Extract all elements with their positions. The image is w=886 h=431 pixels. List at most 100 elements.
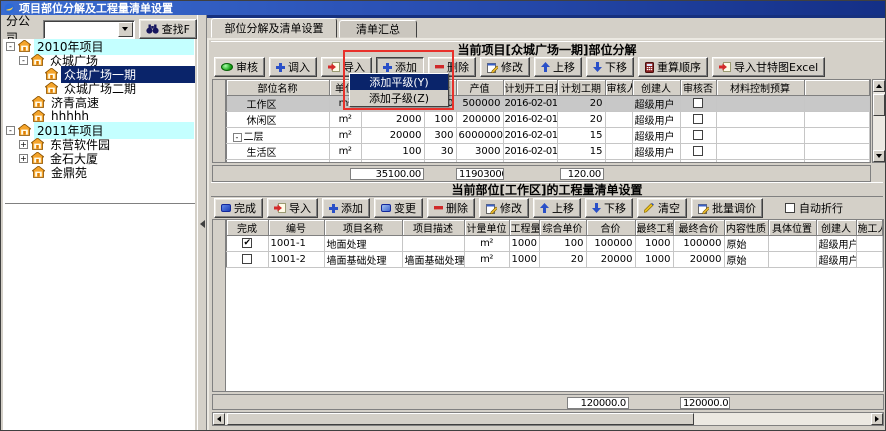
main-panel: 部位分解及清单设置 清单汇总 当前项目[众城广场一期]部位分解 审核 调入 导入… [207,15,886,431]
title-bar: 项目部位分解及工程量清单设置 [1,1,886,15]
audited-checkbox[interactable] [693,146,703,156]
scroll-right-button[interactable] [871,413,883,425]
move-item-up-button[interactable]: 上移 [533,198,581,218]
company-combobox[interactable] [43,20,135,39]
col-final-total: 最终合价 [673,220,724,236]
menu-item-add-child[interactable]: 添加子级(Z) [350,90,448,106]
table-row[interactable]: 1001-1 地面处理 m² 1000 100 100000 1000 1000… [213,236,883,252]
plus-icon [383,63,392,72]
tree-collapse-icon[interactable]: - [233,133,242,142]
tree-collapse-icon[interactable]: - [6,126,15,135]
scrollbar-thumb[interactable] [227,413,694,425]
tab-list-summary[interactable]: 清单汇总 [339,20,417,38]
arrow-up-icon [540,203,549,213]
col-output: 产值 [456,80,503,96]
col-audited: 审核否 [680,80,716,96]
notepad-icon [487,62,498,73]
table-row[interactable]: 1001-2 墙面基础处理 墙面基础处理 m² 1000 20 20000 10… [213,252,883,268]
table-row[interactable]: 休闲区 m² 2000 100 200000 2016-02-01 20 超级用… [213,112,870,128]
tree-expand-icon[interactable]: + [19,154,28,163]
audit-button[interactable]: 审核 [214,57,265,77]
call-in-button[interactable]: 调入 [269,57,317,77]
import-gantt-excel-button[interactable]: 导入甘特图Excel [712,57,825,77]
import-icon [719,62,731,73]
parts-grid-vscrollbar[interactable] [872,79,886,163]
col-part-name: 部位名称 [226,80,329,96]
autowrap-option[interactable]: 自动折行 [785,200,843,216]
tree-expand-icon[interactable]: + [19,140,28,149]
tree-item-jinding-garden[interactable]: 金鼎苑 [3,165,195,179]
minus-icon [435,65,444,69]
recalc-order-button[interactable]: 重算顺序 [638,57,708,77]
col-done: 完成 [226,220,268,236]
splitter-collapse-icon[interactable] [200,220,205,228]
parts-grid: 部位名称 单位 产量 单价 产值 计划开工日期 计划工期 审核人 创建人 审核否… [212,79,871,163]
total-duration: 120.00 [560,168,604,180]
audited-checkbox[interactable] [693,130,703,140]
arrow-down-icon [592,203,601,213]
tab-page: 当前项目[众城广场一期]部位分解 审核 调入 导入 添加 删除 修改 上移 下移… [207,38,886,431]
autowrap-label: 自动折行 [799,200,843,216]
col-builder: 施工人 [856,220,883,236]
audited-checkbox[interactable] [693,162,703,163]
clear-button[interactable]: 清空 [637,198,687,218]
project-sidebar: 分公司 查找F - 2010年项目 - 众城广场 [1,15,197,431]
done-checkbox[interactable] [242,238,252,248]
table-row[interactable]: 生活区 m² 100 30 3000 2016-02-01 15 超级用户 [213,144,870,160]
finish-button[interactable]: 完成 [214,198,263,218]
scroll-left-button[interactable] [213,413,225,425]
menu-item-add-sibling[interactable]: 添加平级(Y) [350,74,448,90]
move-down-button[interactable]: 下移 [586,57,634,77]
app-window: 项目部位分解及工程量清单设置 分公司 查找F - 2010年项目 [0,0,886,431]
tree-collapse-icon[interactable]: - [6,42,15,51]
col-nature: 内容性质 [724,220,768,236]
arrow-down-icon [593,62,602,72]
autowrap-checkbox[interactable] [785,203,795,213]
house-icon [31,54,44,66]
minus-icon [434,206,443,210]
tree-item-jiqing-highway[interactable]: 济青高速 [3,95,195,109]
boq-grid-hscrollbar[interactable] [212,412,884,426]
combo-dropdown-button[interactable] [118,22,133,37]
table-row[interactable]: ▶ 工作区 m² 5000 100 500000 2016-02-01 20 超… [213,96,870,112]
total-quantity: 35100.00 [350,168,424,180]
arrow-down-icon [876,154,882,158]
table-row[interactable]: -二层 m² 20000 300 6000000 2016-02-01 15 超… [213,128,870,144]
move-up-button[interactable]: 上移 [534,57,582,77]
panel-splitter[interactable] [197,15,207,431]
table-row[interactable]: 接待区 m² 2000 100 200000 2016-02-01 10 超级用… [213,160,870,164]
import-list-button[interactable]: 导入 [267,198,318,218]
done-checkbox[interactable] [242,254,252,264]
scroll-down-button[interactable] [873,150,885,162]
scroll-up-button[interactable] [873,80,885,92]
chevron-down-icon [122,27,128,31]
import-icon [328,62,340,73]
house-icon [45,68,58,80]
row-indicator-column [213,80,226,162]
scrollbar-thumb[interactable] [873,94,885,116]
binoculars-icon [146,24,159,34]
add-item-button[interactable]: 添加 [322,198,370,218]
col-final-qty: 最终工程量 [635,220,673,236]
tab-decompose-settings[interactable]: 部位分解及清单设置 [211,18,337,38]
modify-button[interactable]: 修改 [480,57,530,77]
change-button[interactable]: 变更 [374,198,423,218]
audited-checkbox[interactable] [693,98,703,108]
col-start-date: 计划开工日期 [503,80,557,96]
modify-item-button[interactable]: 修改 [479,198,529,218]
tree-collapse-icon[interactable]: - [19,56,28,65]
find-button[interactable]: 查找F [139,19,197,39]
move-item-down-button[interactable]: 下移 [585,198,633,218]
house-icon [18,124,31,136]
company-search-row: 分公司 查找F [1,18,197,40]
tree-item-label[interactable]: 金鼎苑 [48,164,90,181]
boq-grid: 完成 编号 项目名称 项目描述 计量单位 工程量 综合单价 合价 最终工程量 最… [212,219,884,392]
col-measure-unit: 计量单位 [464,220,509,236]
col-code: 编号 [268,220,324,236]
delete-item-button[interactable]: 删除 [427,198,475,218]
lower-section-title: 当前部位[工作区]的工程量清单设置 [211,182,883,197]
batch-price-button[interactable]: 批量调价 [691,198,763,218]
tree-item-label[interactable]: 济青高速 [48,94,102,111]
audited-checkbox[interactable] [693,114,703,124]
tree-item-jinshi-tower[interactable]: + 金石大厦 [3,151,195,165]
